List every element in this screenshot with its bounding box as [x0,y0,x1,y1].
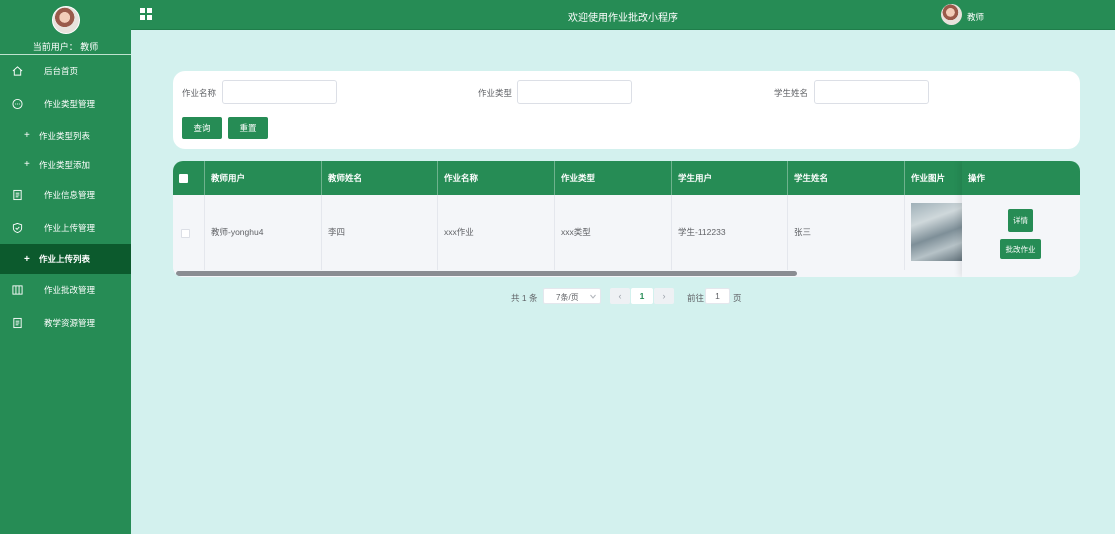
detail-button[interactable]: 详情 [1008,209,1033,232]
column-header[interactable]: 教师用户 [205,161,322,195]
table-header: 教师用户 教师姓名 作业名称 作业类型 学生用户 学生姓名 作业图片 [173,161,1080,195]
homework-image-thumbnail[interactable] [911,203,964,261]
goto-page-input[interactable] [705,288,730,304]
sidebar-item-label: 作业上传列表 [39,254,91,264]
header-select-cell [173,161,205,195]
sidebar-subitem-type-list[interactable]: + 作业类型列表 [0,121,131,150]
select-all-checkbox[interactable] [179,174,188,183]
search-panel: 作业名称 作业类型 学生姓名 查询 重置 [173,71,1080,149]
next-page-button[interactable]: › [654,288,674,304]
table-cell: 李四 [322,195,438,270]
shield-icon [12,222,23,233]
chat-icon [12,98,23,110]
homework-name-label: 作业名称 [182,88,217,98]
sidebar-item-home[interactable]: 后台首页 [0,55,131,87]
sidebar-item-homework-type[interactable]: 作业类型管理 [0,87,131,121]
total-count: 共 1 条 [511,293,538,303]
student-name-input[interactable] [814,80,929,104]
document-icon [13,189,22,201]
column-header[interactable]: 作业名称 [438,161,555,195]
avatar [51,6,80,34]
chevron-down-icon [590,294,596,299]
sidebar-item-resources[interactable]: 教学资源管理 [0,306,131,339]
table-cell: 学生-112233 [672,195,788,270]
sidebar-item-label: 作业类型添加 [39,159,91,170]
reset-button[interactable]: 重置 [228,117,268,139]
row-checkbox[interactable] [181,229,190,238]
student-name-label: 学生姓名 [774,88,809,98]
top-user-name[interactable]: 教师 [967,11,984,23]
sidebar-item-label: 作业类型管理 [44,99,96,109]
sidebar-item-grading[interactable]: 作业批改管理 [0,274,131,306]
operations-column: 操作 详情 批改作业 [962,161,1080,277]
goto-label: 前往 [687,293,705,303]
avatar[interactable] [941,4,962,25]
sidebar-item-label: 教学资源管理 [44,317,96,328]
query-button[interactable]: 查询 [182,117,222,139]
homework-name-input[interactable] [222,80,337,104]
table-cell: xxx类型 [555,195,672,270]
sidebar-menu: 后台首页 作业类型管理 + 作业类型列表 + 作业类型添加 作业信息管理 作业上… [0,55,131,339]
current-user-label: 当前用户： 教师 [32,42,99,52]
column-header: 操作 [962,161,1080,195]
home-icon [12,66,23,76]
plus-icon: + [24,159,30,170]
sidebar: 当前用户： 教师 后台首页 作业类型管理 + 作业类型列表 + 作业类型添加 作… [0,0,131,534]
grade-homework-button[interactable]: 批改作业 [1000,239,1041,259]
data-table: 教师用户 教师姓名 作业名称 作业类型 学生用户 学生姓名 作业图片 教师-yo… [173,161,1080,277]
plus-icon: + [24,253,30,265]
page-suffix-label: 页 [733,293,742,303]
sidebar-item-label: 作业信息管理 [44,190,96,200]
prev-page-button[interactable]: ‹ [610,288,630,304]
sidebar-item-label: 作业上传管理 [44,222,96,233]
sidebar-item-label: 作业批改管理 [44,285,96,295]
column-header[interactable]: 作业图片 [905,161,965,195]
top-bar: 欢迎使用作业批改小程序 教师 [131,0,1115,30]
sidebar-header: 当前用户： 教师 [0,0,131,55]
column-header[interactable]: 教师姓名 [322,161,438,195]
table-cell: xxx作业 [438,195,555,270]
page-size-value: 7条/页 [556,293,579,302]
plus-icon: + [24,130,30,141]
sidebar-item-label: 作业类型列表 [39,130,91,141]
sidebar-item-homework-info[interactable]: 作业信息管理 [0,179,131,211]
sidebar-subitem-upload-list[interactable]: + 作业上传列表 [0,244,131,274]
horizontal-scrollbar[interactable] [176,271,797,276]
sidebar-subitem-type-add[interactable]: + 作业类型添加 [0,150,131,179]
table-cell: 教师-yonghu4 [205,195,322,270]
homework-type-input[interactable] [517,80,632,104]
column-header[interactable]: 学生用户 [672,161,788,195]
table-row[interactable]: 教师-yonghu4 李四 xxx作业 xxx类型 学生-112233 张三 [173,195,1080,270]
row-select-cell [173,195,205,270]
sidebar-item-label: 后台首页 [44,66,79,76]
columns-icon [12,285,23,295]
document-icon [13,317,22,328]
page-number-current[interactable]: 1 [631,288,653,304]
homework-type-label: 作业类型 [478,88,513,98]
column-header[interactable]: 学生姓名 [788,161,905,195]
column-header[interactable]: 作业类型 [555,161,672,195]
table-cell: 张三 [788,195,905,270]
page-size-select[interactable]: 7条/页 [543,288,601,304]
sidebar-item-upload[interactable]: 作业上传管理 [0,211,131,244]
